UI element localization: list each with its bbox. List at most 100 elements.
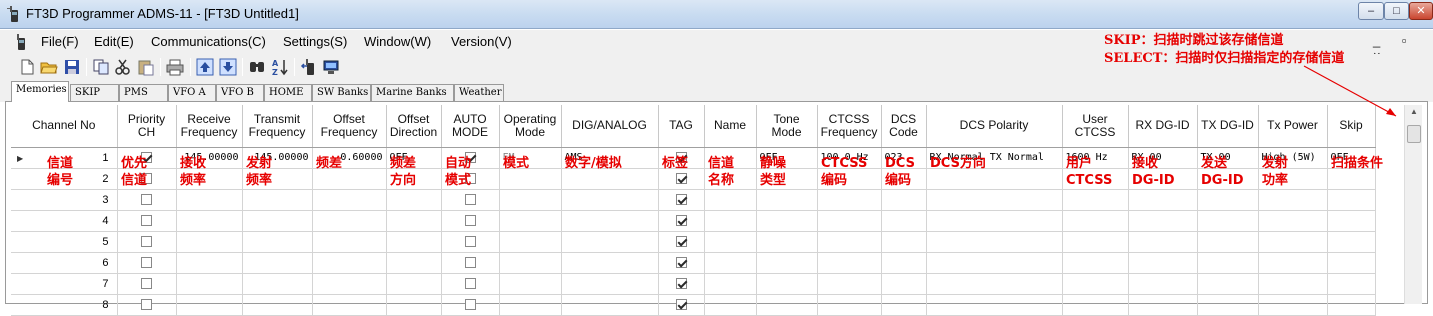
cell-skip[interactable] — [1327, 294, 1376, 316]
priority-checkbox[interactable] — [141, 256, 152, 268]
column-header[interactable]: Name — [704, 105, 757, 148]
cell-tone[interactable] — [756, 189, 818, 211]
cell-tag[interactable] — [658, 294, 705, 316]
cell-no[interactable]: 4 — [11, 210, 118, 232]
cell-auto[interactable] — [441, 273, 500, 295]
cell-rx[interactable] — [176, 168, 243, 190]
cell-dir[interactable] — [386, 294, 442, 316]
cell-offset[interactable] — [312, 231, 387, 253]
column-header[interactable]: DCS Code — [881, 105, 927, 148]
auto-checkbox[interactable] — [464, 151, 476, 163]
cell-dcs[interactable] — [881, 210, 927, 232]
cell-tag[interactable] — [658, 147, 705, 169]
cell-rxdg[interactable]: RX 00 — [1128, 147, 1198, 169]
cell-dcs[interactable] — [881, 252, 927, 274]
table-row[interactable]: 8 — [11, 294, 1376, 316]
cell-dig[interactable] — [561, 252, 659, 274]
cell-tx[interactable]: 145.00000 — [242, 147, 313, 169]
cell-offset[interactable] — [312, 294, 387, 316]
cell-rx[interactable] — [176, 252, 243, 274]
column-header[interactable]: Tone Mode — [756, 105, 818, 148]
cell-tag[interactable] — [658, 273, 705, 295]
tab-pms[interactable]: PMS — [119, 84, 168, 102]
cell-dig[interactable]: AMS — [561, 147, 659, 169]
cell-mode[interactable] — [499, 189, 562, 211]
cell-user[interactable] — [1062, 168, 1129, 190]
cell-dir[interactable] — [386, 189, 442, 211]
cell-tx[interactable] — [242, 210, 313, 232]
cell-power[interactable] — [1258, 231, 1328, 253]
cell-pol[interactable] — [926, 273, 1063, 295]
column-header[interactable]: Channel No — [11, 105, 118, 148]
cell-tx[interactable] — [242, 273, 313, 295]
cell-power[interactable] — [1258, 252, 1328, 274]
cell-name[interactable] — [704, 168, 757, 190]
cell-rx[interactable] — [176, 294, 243, 316]
cell-rx[interactable] — [176, 210, 243, 232]
cell-skip[interactable] — [1327, 273, 1376, 295]
menu-file[interactable]: File(F) — [41, 34, 79, 49]
cell-auto[interactable] — [441, 252, 500, 274]
move-up-icon[interactable] — [196, 58, 214, 76]
cell-tag[interactable] — [658, 210, 705, 232]
table-row[interactable]: 5 — [11, 231, 1376, 253]
table-row[interactable]: 2 — [11, 168, 1376, 190]
cell-skip[interactable] — [1327, 252, 1376, 274]
priority-checkbox[interactable] — [141, 277, 152, 289]
cell-offset[interactable] — [312, 168, 387, 190]
auto-checkbox[interactable] — [464, 193, 476, 205]
cell-ctcss[interactable] — [817, 189, 882, 211]
cell-dcs[interactable] — [881, 168, 927, 190]
cell-priority[interactable] — [117, 189, 177, 211]
auto-checkbox[interactable] — [464, 256, 476, 268]
sort-az-icon[interactable]: AZ — [271, 58, 289, 76]
open-folder-icon[interactable] — [40, 58, 58, 76]
column-header[interactable]: CTCSS Frequency — [817, 105, 882, 148]
cell-tone[interactable] — [756, 210, 818, 232]
cut-icon[interactable] — [114, 58, 132, 76]
column-header[interactable]: Transmit Frequency — [242, 105, 313, 148]
cell-mode[interactable]: FM — [499, 147, 562, 169]
cell-tx[interactable] — [242, 252, 313, 274]
cell-rxdg[interactable] — [1128, 189, 1198, 211]
cell-no[interactable]: ▶ 1 — [11, 147, 118, 169]
cell-user[interactable]: 1600 Hz — [1062, 147, 1129, 169]
cell-rx[interactable] — [176, 231, 243, 253]
cell-priority[interactable] — [117, 147, 177, 169]
cell-power[interactable] — [1258, 189, 1328, 211]
cell-pol[interactable] — [926, 294, 1063, 316]
cell-name[interactable] — [704, 189, 757, 211]
cell-mode[interactable] — [499, 210, 562, 232]
cell-skip[interactable] — [1327, 189, 1376, 211]
cell-rxdg[interactable] — [1128, 294, 1198, 316]
new-file-icon[interactable] — [18, 58, 36, 76]
cell-no[interactable]: 6 — [11, 252, 118, 274]
cell-name[interactable] — [704, 252, 757, 274]
column-header[interactable]: User CTCSS — [1062, 105, 1129, 148]
cell-dig[interactable] — [561, 189, 659, 211]
column-header[interactable]: Operating Mode — [499, 105, 562, 148]
table-row[interactable]: 3 — [11, 189, 1376, 211]
cell-pol[interactable] — [926, 168, 1063, 190]
cell-txdg[interactable] — [1197, 273, 1259, 295]
priority-checkbox[interactable] — [141, 298, 152, 310]
auto-checkbox[interactable] — [464, 277, 476, 289]
cell-ctcss[interactable]: 100.0 Hz — [817, 147, 882, 169]
column-header[interactable]: Receive Frequency — [176, 105, 243, 148]
cell-power[interactable] — [1258, 294, 1328, 316]
cell-txdg[interactable] — [1197, 189, 1259, 211]
tab-vfo-a[interactable]: VFO A — [168, 84, 216, 102]
tab-vfo-b[interactable]: VFO B — [216, 84, 264, 102]
cell-tone[interactable] — [756, 294, 818, 316]
cell-auto[interactable] — [441, 210, 500, 232]
cell-rxdg[interactable] — [1128, 273, 1198, 295]
cell-no[interactable]: 3 — [11, 189, 118, 211]
cell-ctcss[interactable] — [817, 210, 882, 232]
cell-name[interactable] — [704, 231, 757, 253]
cell-txdg[interactable]: TX 00 — [1197, 147, 1259, 169]
cell-tx[interactable] — [242, 231, 313, 253]
cell-tone[interactable]: OFF — [756, 147, 818, 169]
cell-user[interactable] — [1062, 231, 1129, 253]
cell-priority[interactable] — [117, 210, 177, 232]
cell-priority[interactable] — [117, 252, 177, 274]
